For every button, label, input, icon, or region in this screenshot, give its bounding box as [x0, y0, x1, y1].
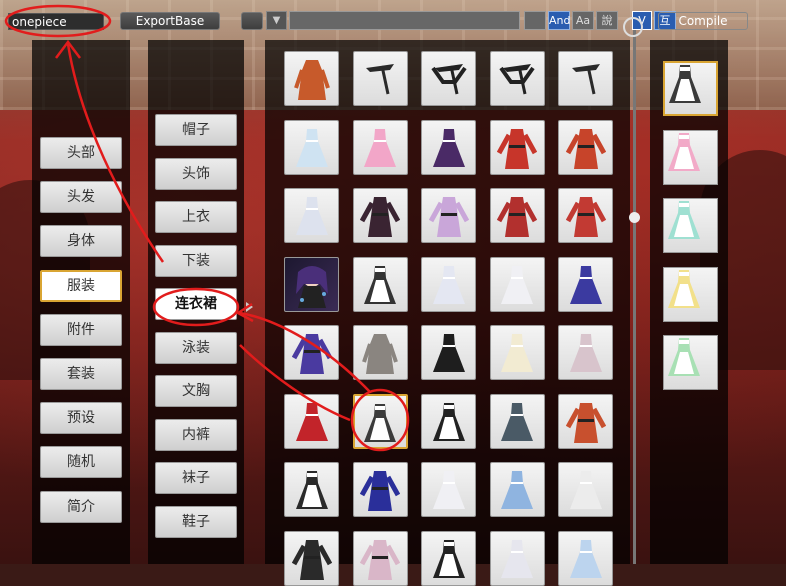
- outfit-thumbnail[interactable]: [284, 462, 339, 517]
- subcategory-button[interactable]: 上衣: [155, 201, 237, 233]
- outfit-thumbnail[interactable]: [558, 119, 613, 175]
- outfit-thumbnail[interactable]: [421, 393, 476, 449]
- category-button[interactable]: 服装: [40, 269, 122, 302]
- outfit-thumbnail[interactable]: [558, 325, 613, 380]
- outfit-thumbnail[interactable]: [558, 188, 613, 243]
- grid-scrollbar[interactable]: [633, 30, 636, 564]
- dropdown-arrow-icon[interactable]: ▼: [266, 11, 287, 30]
- and-toggle[interactable]: And: [548, 11, 570, 30]
- outfit-thumbnail[interactable]: [421, 188, 476, 243]
- ring-indicator-icon: [623, 17, 643, 37]
- variant-thumbnail[interactable]: [663, 61, 718, 116]
- desc-toggle[interactable]: 說: [596, 11, 618, 30]
- outfit-thumbnail[interactable]: [352, 256, 408, 312]
- export-base-button[interactable]: ExportBase: [120, 12, 220, 30]
- category-button[interactable]: 套装: [40, 358, 122, 390]
- outfit-thumbnail[interactable]: [284, 530, 339, 586]
- outfit-thumbnail[interactable]: [284, 51, 339, 106]
- outfit-thumbnail[interactable]: [421, 51, 476, 106]
- submenu-arrow-icon: [246, 302, 253, 312]
- subcategory-button[interactable]: 帽子: [155, 114, 237, 146]
- category-button[interactable]: 预设: [40, 402, 122, 435]
- subcategory-button[interactable]: 下装: [155, 244, 237, 277]
- outfit-thumbnail[interactable]: [284, 119, 339, 175]
- variant-thumbnail[interactable]: [663, 129, 718, 185]
- search-input[interactable]: onepiece: [8, 13, 104, 30]
- outfit-thumbnail[interactable]: [489, 51, 545, 106]
- toolbar-spacer-button[interactable]: [241, 12, 263, 30]
- category-button[interactable]: 简介: [40, 490, 122, 523]
- outfit-thumbnail[interactable]: [421, 325, 476, 380]
- outfit-thumbnail[interactable]: [421, 462, 476, 517]
- scrollbar-handle[interactable]: [629, 212, 640, 223]
- outfit-thumbnail[interactable]: [489, 530, 545, 586]
- outfit-thumbnail[interactable]: [352, 325, 408, 380]
- outfit-thumbnail[interactable]: [284, 188, 339, 243]
- category-button[interactable]: 附件: [40, 313, 122, 346]
- outfit-thumbnail[interactable]: [489, 462, 545, 517]
- outfit-thumbnail[interactable]: [421, 530, 476, 586]
- outfit-thumbnail[interactable]: [558, 462, 613, 517]
- subcategory-button[interactable]: 泳装: [155, 331, 237, 364]
- subcategory-button[interactable]: 鞋子: [155, 505, 237, 538]
- filter-field[interactable]: [289, 11, 520, 30]
- variant-thumbnail[interactable]: [663, 335, 718, 390]
- outfit-thumbnail[interactable]: [558, 51, 613, 106]
- category-button[interactable]: 随机: [40, 446, 122, 479]
- case-toggle[interactable]: Aa: [572, 11, 594, 30]
- variant-thumbnail[interactable]: [663, 198, 718, 253]
- outfit-thumbnail[interactable]: [558, 256, 613, 312]
- outfit-thumbnail[interactable]: [352, 119, 408, 175]
- subcategory-button[interactable]: 头饰: [155, 157, 237, 190]
- outfit-thumbnail[interactable]: [352, 530, 408, 586]
- subcategory-button[interactable]: 内裤: [155, 418, 237, 451]
- outfit-thumbnail[interactable]: [489, 188, 545, 243]
- subcategory-button[interactable]: 袜子: [155, 462, 237, 494]
- category-button[interactable]: 头部: [40, 137, 122, 169]
- category-panel: [32, 40, 130, 564]
- outfit-thumbnail[interactable]: [421, 256, 476, 312]
- outfit-thumbnail[interactable]: [352, 462, 408, 517]
- outfit-thumbnail[interactable]: [558, 530, 613, 586]
- outfit-thumbnail[interactable]: [284, 325, 339, 380]
- outfit-thumbnail[interactable]: [352, 393, 408, 449]
- outfit-thumbnail[interactable]: [558, 393, 613, 449]
- subcategory-button[interactable]: 连衣裙: [155, 288, 237, 320]
- outfit-thumbnail[interactable]: [352, 51, 408, 106]
- category-button[interactable]: 头发: [40, 181, 122, 214]
- compile-button[interactable]: Compile: [658, 12, 748, 30]
- outfit-thumbnail[interactable]: [352, 188, 408, 243]
- subcategory-button[interactable]: 文胸: [155, 375, 237, 407]
- blank-toggle[interactable]: [524, 11, 546, 30]
- outfit-thumbnail[interactable]: [421, 119, 476, 175]
- category-button[interactable]: 身体: [40, 225, 122, 258]
- variant-thumbnail[interactable]: [663, 266, 718, 322]
- outfit-thumbnail[interactable]: [489, 256, 545, 312]
- outfit-thumbnail[interactable]: [284, 256, 339, 312]
- outfit-thumbnail[interactable]: [489, 325, 545, 380]
- outfit-thumbnail[interactable]: [489, 119, 545, 175]
- outfit-thumbnail[interactable]: [489, 393, 545, 449]
- outfit-thumbnail[interactable]: [284, 393, 339, 449]
